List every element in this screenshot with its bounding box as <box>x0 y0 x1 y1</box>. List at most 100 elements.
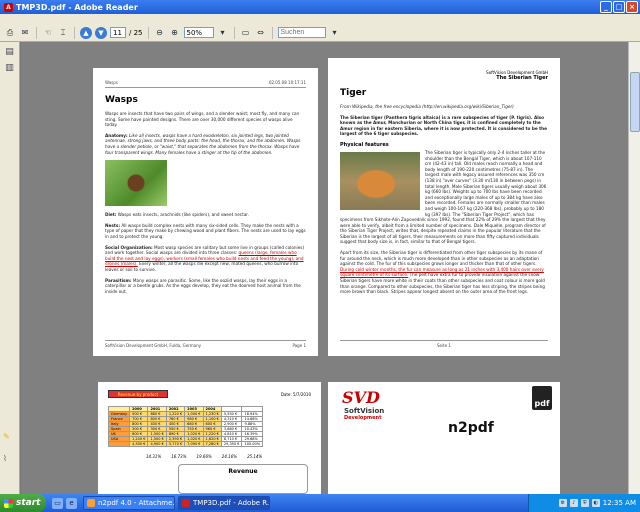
table-cell: Germany <box>107 411 131 417</box>
table-cell: 29,350 € <box>220 441 243 447</box>
table-cell: 1,200 € <box>129 436 149 442</box>
system-tray: ⚙ ♪ ⛨ ◐ 12:35 AM <box>528 494 640 512</box>
table-cell: 2,390 € <box>165 436 186 442</box>
start-label: start <box>16 498 41 508</box>
pdf-badge-icon: pdf <box>532 386 552 410</box>
tiger-image <box>340 151 420 210</box>
social-paragraph: Social Organization: Most wasp species a… <box>105 245 306 273</box>
nests-paragraph: Nests: All wasps build complex nests wit… <box>105 223 306 240</box>
section-heading: Physical features <box>340 141 389 148</box>
percent-value: 25.14% <box>247 454 263 459</box>
table-cell: 7,090 € <box>184 441 204 447</box>
fit-width-icon[interactable]: ⇔ <box>255 27 267 39</box>
sheet-title-bar: Revenue by product <box>108 390 168 398</box>
percent-value: 16.73% <box>171 454 187 459</box>
fit-page-icon[interactable]: ▭ <box>240 27 252 39</box>
maximize-button[interactable]: □ <box>613 1 625 13</box>
table-cell: 7,280 € <box>202 441 222 447</box>
anatomy-label: Anatomy: <box>105 132 128 138</box>
search-dropdown-icon[interactable]: ▾ <box>329 27 341 39</box>
page-total: / 25 <box>129 28 143 37</box>
attachments-panel-icon[interactable]: ▥ <box>4 62 16 74</box>
softvision-logo: SVD SoftVision Development <box>342 388 422 421</box>
menu-bar <box>0 14 640 24</box>
zoom-out-icon[interactable]: ⊖ <box>154 27 166 39</box>
separator <box>147 26 149 39</box>
quick-launch: ▭ e <box>52 497 77 509</box>
vertical-scrollbar[interactable] <box>628 42 640 494</box>
title-bar[interactable]: A TMP3D.pdf - Adobe Reader _ □ × <box>0 0 640 14</box>
window-controls: _ □ × <box>600 1 638 13</box>
browser-icon[interactable]: e <box>66 497 77 509</box>
minimize-button[interactable]: _ <box>600 1 612 13</box>
logo-name: SoftVision <box>344 407 385 415</box>
separator <box>36 26 37 39</box>
taskbar-item-n2pdf[interactable]: n2pdf 4.0 - Attachme... <box>83 496 175 510</box>
page-header: Wasps 02.05.08 10:17:11 <box>105 80 306 88</box>
print-icon[interactable]: ⎙ <box>4 27 16 39</box>
tray-icon[interactable]: ◐ <box>591 499 600 507</box>
source-line: From Wikipedia, the free encyclopedia (h… <box>340 104 514 109</box>
navigation-panel: ▤ ▥ ✎ ⌇ <box>0 42 20 494</box>
search-input[interactable] <box>277 27 326 38</box>
close-button[interactable]: × <box>626 1 638 13</box>
tray-icon[interactable]: ⛨ <box>580 499 589 507</box>
footer-right: Page 1 <box>292 343 307 348</box>
tray-icon[interactable]: ♪ <box>569 499 578 507</box>
table-cell: 1,100 € <box>202 416 222 422</box>
pages-panel-icon[interactable]: ▤ <box>4 46 16 58</box>
anatomy-paragraph: Anatomy: Like all insects, wasps have a … <box>105 133 306 155</box>
comment-icon[interactable]: ✎ <box>3 432 15 442</box>
email-icon[interactable]: ✉ <box>19 27 31 39</box>
percent-row: 14.31% 16.73% 19.66% 24.16% 25.14% <box>146 454 262 459</box>
adobe-reader-icon: A <box>4 2 13 12</box>
header-title: The Siberian Tiger <box>496 75 548 81</box>
task-label: TMP3D.pdf - Adobe R... <box>193 499 270 507</box>
table-cell: 1,620 € <box>202 436 222 442</box>
date-value: 5/7/2010 <box>293 391 311 397</box>
table-row: 4,300 €4,900 €5,770 €7,090 €7,280 €29,35… <box>107 441 264 447</box>
anatomy-text: Like all insects, wasps have a hard exos… <box>105 132 301 155</box>
footer-center: Seite 1 <box>437 343 451 348</box>
revenue-chart-box: Revenue <box>178 464 308 494</box>
pdf-page-wasps: Wasps 02.05.08 10:17:11 Wasps Wasps are … <box>93 68 318 356</box>
chevron-down-icon[interactable]: ▾ <box>217 27 229 39</box>
show-desktop-icon[interactable]: ▭ <box>52 497 63 509</box>
page-footer: Seite 1 <box>340 340 548 348</box>
page-header: SoftVision Development GmbH The Siberian… <box>340 70 548 81</box>
table-cell: 1,220 € <box>165 411 186 417</box>
date-label-text: Date: <box>280 391 292 397</box>
table-cell: 4,300 € <box>129 441 149 447</box>
parasitism-label: Parasitism: <box>105 277 132 283</box>
footer-left: SoftVision Development GmbH, Fulda, Germ… <box>105 343 202 348</box>
revenue-table: 2000 2001 2002 2003 2004 Germany 500 €860… <box>107 406 264 447</box>
table-cell: 4,900 € <box>147 441 167 447</box>
zoom-in-icon[interactable]: ⊕ <box>169 27 181 39</box>
diet-text: Wasps eats insects, arachnids (like spid… <box>117 212 249 218</box>
page-number-input[interactable]: 11 <box>110 27 126 38</box>
adobe-reader-desktop: A TMP3D.pdf - Adobe Reader _ □ × ⎙ ✉ ☜ ⌶… <box>0 0 640 512</box>
task-label: n2pdf 4.0 - Attachme... <box>98 499 175 507</box>
document-view[interactable]: Wasps 02.05.08 10:17:11 Wasps Wasps are … <box>21 42 628 494</box>
next-page-button[interactable]: ▼ <box>95 26 107 39</box>
paperclip-icon[interactable]: ⌇ <box>3 454 15 464</box>
logo-words: SoftVision Development <box>344 407 384 421</box>
table-cell: 5,770 € <box>165 441 186 447</box>
taskbar-item-adobe-reader[interactable]: TMP3D.pdf - Adobe R... <box>178 496 270 510</box>
start-button[interactable]: start <box>0 494 46 512</box>
diet-label: Diet: <box>105 212 117 218</box>
taskbar: start ▭ e n2pdf 4.0 - Attachme... TMP3D.… <box>0 494 640 512</box>
table-cell: 1,000 € <box>184 411 204 417</box>
previous-page-button[interactable]: ▲ <box>80 26 92 39</box>
separator <box>271 26 273 39</box>
cover-title: n2pdf <box>448 420 494 436</box>
parasitism-text: Many wasps are parasitic. Some, like the… <box>105 277 301 294</box>
tray-icon[interactable]: ⚙ <box>558 499 567 507</box>
header-right: 02.05.08 10:17:11 <box>268 80 306 85</box>
hand-tool-icon[interactable]: ☜ <box>42 27 54 39</box>
logo-mark: SVD <box>342 388 380 407</box>
zoom-select[interactable]: 50% <box>183 27 214 38</box>
scrollbar-thumb[interactable] <box>630 72 640 132</box>
pdf-page-cover: SVD SoftVision Development pdf n2pdf <box>328 382 560 494</box>
select-tool-icon[interactable]: ⌶ <box>57 27 69 39</box>
